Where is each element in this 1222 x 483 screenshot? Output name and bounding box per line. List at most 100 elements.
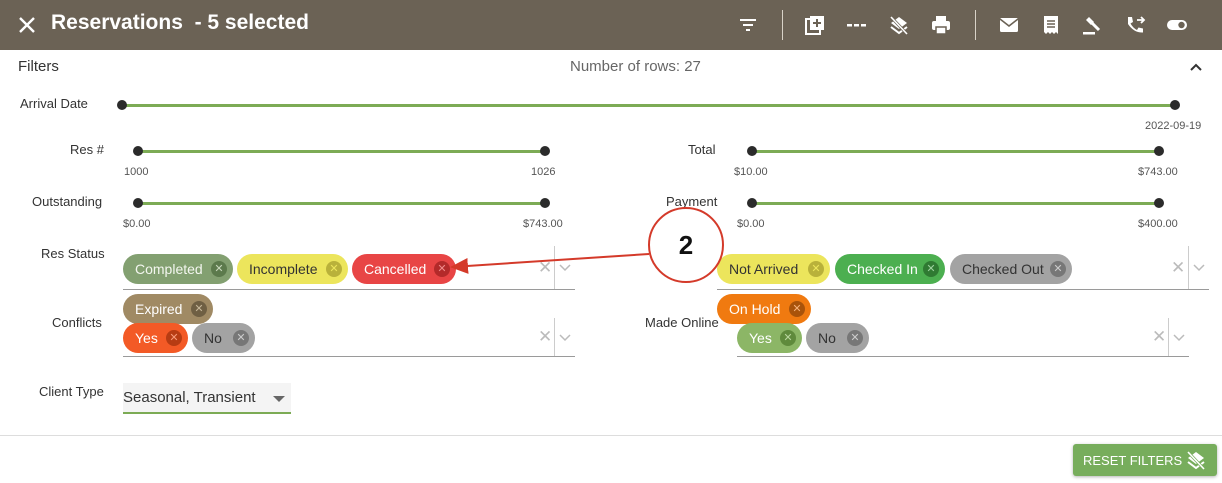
conflicts-label: Conflicts xyxy=(52,315,102,330)
annotation-marker: 2 xyxy=(648,207,724,283)
chevron-down-icon[interactable] xyxy=(558,260,572,274)
res-num-max-handle[interactable] xyxy=(540,146,550,156)
arrival-date-max-value: 2022-09-19 xyxy=(1145,120,1202,132)
chip-label: Yes xyxy=(749,330,772,346)
chip-cancelled: Cancelled ✕ xyxy=(352,254,456,284)
total-min-value: $10.00 xyxy=(734,166,768,178)
email-icon[interactable] xyxy=(996,12,1022,38)
chip-label: Yes xyxy=(135,330,158,346)
made-online-underline xyxy=(737,356,1189,357)
chip-remove-icon[interactable]: ✕ xyxy=(847,330,863,346)
chip-checked-out: Checked Out ✕ xyxy=(950,254,1072,284)
select-separator xyxy=(1188,246,1189,290)
clear-icon[interactable]: ✕ xyxy=(538,258,552,278)
clear-icon[interactable]: ✕ xyxy=(1171,258,1185,278)
arrival-date-label: Arrival Date xyxy=(20,96,88,111)
total-label: Total xyxy=(688,142,716,157)
payment-max-value: $400.00 xyxy=(1138,218,1178,230)
chip-remove-icon[interactable]: ✕ xyxy=(789,301,805,317)
chevron-down-icon[interactable] xyxy=(1192,260,1206,274)
arrival-date-min-handle[interactable] xyxy=(117,100,127,110)
res-num-min-handle[interactable] xyxy=(133,146,143,156)
chip-not-arrived: Not Arrived ✕ xyxy=(717,254,830,284)
print-icon[interactable] xyxy=(928,12,954,38)
chip-remove-icon[interactable]: ✕ xyxy=(326,261,342,277)
chip-label: No xyxy=(818,330,836,346)
total-min-handle[interactable] xyxy=(747,146,757,156)
res-num-max-value: 1026 xyxy=(531,166,556,178)
select-separator xyxy=(554,318,555,356)
arrival-date-slider[interactable] xyxy=(122,104,1175,107)
filter-icon[interactable] xyxy=(735,12,761,38)
chip-label: Cancelled xyxy=(364,261,427,277)
filters-title: Filters xyxy=(18,58,59,75)
chevron-down-icon[interactable] xyxy=(1172,330,1186,344)
phone-forward-icon[interactable] xyxy=(1122,12,1148,38)
gavel-icon[interactable] xyxy=(1079,12,1105,38)
chip-label: Not Arrived xyxy=(729,261,799,277)
chip-label: Expired xyxy=(135,301,183,317)
divider-icon[interactable] xyxy=(843,12,869,38)
chip-label: Checked Out xyxy=(962,261,1044,277)
chip-label: No xyxy=(204,330,222,346)
outstanding-label: Outstanding xyxy=(32,194,103,209)
toolbar-separator xyxy=(975,10,976,40)
chip-remove-icon[interactable]: ✕ xyxy=(808,261,824,277)
reset-filters-button[interactable]: RESET FILTERS xyxy=(1073,444,1217,476)
chip-label: Completed xyxy=(135,261,203,277)
rows-count: Number of rows: 27 xyxy=(570,58,701,75)
outstanding-min-handle[interactable] xyxy=(133,198,143,208)
reset-filters-label: RESET FILTERS xyxy=(1083,452,1183,468)
clear-icon[interactable]: ✕ xyxy=(1152,327,1166,347)
chip-expired: Expired ✕ xyxy=(123,294,213,324)
arrival-date-max-handle[interactable] xyxy=(1170,100,1180,110)
chip-remove-icon[interactable]: ✕ xyxy=(780,330,796,346)
select-separator xyxy=(1168,318,1169,356)
chevron-down-icon[interactable] xyxy=(558,330,572,344)
chip-label: Checked In xyxy=(847,261,918,277)
chip-yes: Yes ✕ xyxy=(123,323,188,353)
chip-label: On Hold xyxy=(729,301,781,317)
chevron-up-icon[interactable] xyxy=(1186,58,1206,78)
res-num-min-value: 1000 xyxy=(124,166,149,178)
chip-remove-icon[interactable]: ✕ xyxy=(233,330,249,346)
total-max-value: $743.00 xyxy=(1138,166,1178,178)
total-slider[interactable] xyxy=(752,150,1159,153)
made-online-label: Made Online xyxy=(645,315,719,330)
chip-label: Incomplete xyxy=(249,261,318,277)
total-max-handle[interactable] xyxy=(1154,146,1164,156)
layers-off-icon[interactable] xyxy=(886,12,912,38)
layers-clear-icon xyxy=(1185,449,1207,471)
chip-incomplete: Incomplete ✕ xyxy=(237,254,348,284)
payment-max-handle[interactable] xyxy=(1154,198,1164,208)
receipt-icon[interactable] xyxy=(1038,12,1064,38)
toolbar-separator xyxy=(782,10,783,40)
chip-remove-icon[interactable]: ✕ xyxy=(166,330,182,346)
outstanding-slider[interactable] xyxy=(138,202,545,205)
add-icon[interactable] xyxy=(802,12,828,38)
chip-remove-icon[interactable]: ✕ xyxy=(923,261,939,277)
chip-checked-in: Checked In ✕ xyxy=(835,254,945,284)
toggle-icon[interactable] xyxy=(1164,12,1190,38)
dropdown-arrow-icon[interactable] xyxy=(273,396,285,402)
payment-min-handle[interactable] xyxy=(747,198,757,208)
outstanding-min-value: $0.00 xyxy=(123,218,151,230)
payment-slider[interactable] xyxy=(752,202,1159,205)
chip-on-hold: On Hold ✕ xyxy=(717,294,811,324)
app-header: Reservations - 5 selected xyxy=(0,0,1222,50)
chip-remove-icon[interactable]: ✕ xyxy=(211,261,227,277)
client-type-underline xyxy=(123,412,291,414)
clear-icon[interactable]: ✕ xyxy=(538,327,552,347)
annotation-number: 2 xyxy=(678,229,694,260)
res-num-slider[interactable] xyxy=(138,150,545,153)
chip-yes: Yes ✕ xyxy=(737,323,802,353)
chip-remove-icon[interactable]: ✕ xyxy=(1050,261,1066,277)
outstanding-max-value: $743.00 xyxy=(523,218,563,230)
chip-remove-icon[interactable]: ✕ xyxy=(191,301,207,317)
chip-remove-icon[interactable]: ✕ xyxy=(434,261,450,277)
outstanding-max-handle[interactable] xyxy=(540,198,550,208)
close-icon[interactable] xyxy=(14,12,40,38)
chip-no: No ✕ xyxy=(192,323,255,353)
payment-min-value: $0.00 xyxy=(737,218,765,230)
conflicts-underline xyxy=(123,356,575,357)
